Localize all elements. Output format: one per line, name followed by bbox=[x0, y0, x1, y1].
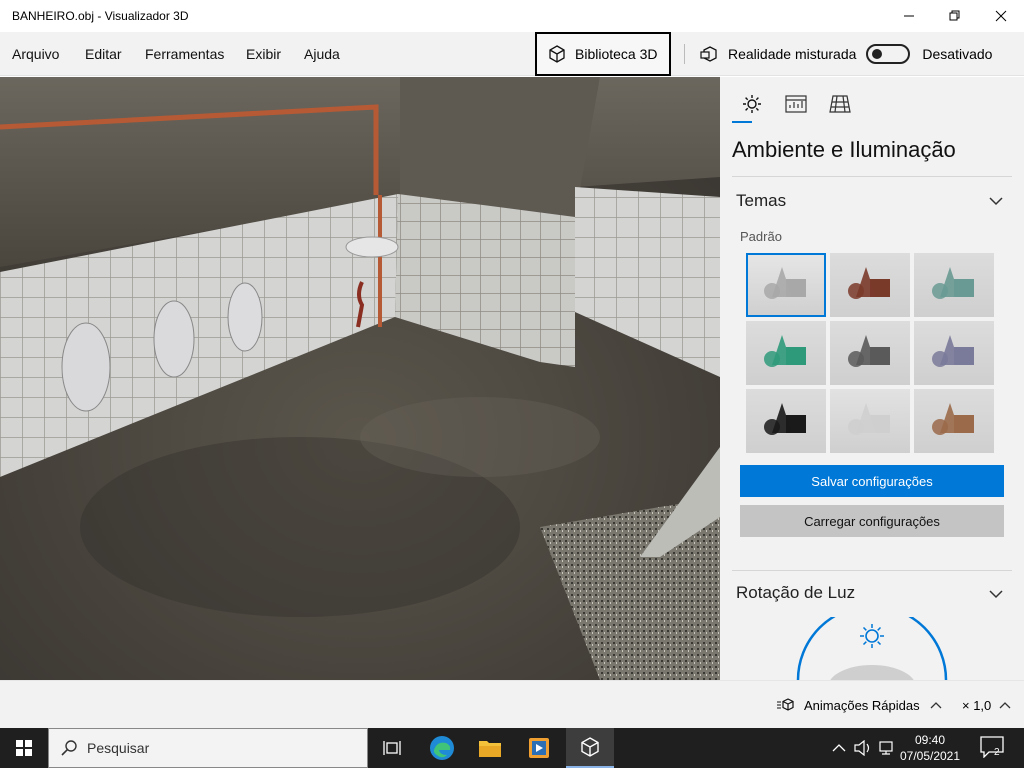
animation-cube-icon bbox=[777, 698, 794, 711]
task-view-button[interactable] bbox=[368, 728, 416, 768]
theme-grid bbox=[746, 253, 998, 453]
window-title: BANHEIRO.obj - Visualizador 3D bbox=[12, 9, 189, 23]
title-bar: BANHEIRO.obj - Visualizador 3D bbox=[0, 0, 1024, 32]
theme-tile[interactable] bbox=[830, 389, 910, 453]
menu-exibir[interactable]: Exibir bbox=[246, 32, 281, 76]
menu-ferramentas[interactable]: Ferramentas bbox=[145, 32, 224, 76]
theme-preview-shapes bbox=[848, 267, 890, 299]
taskbar-search-box[interactable]: Pesquisar bbox=[48, 728, 368, 768]
volume-icon[interactable] bbox=[854, 740, 872, 756]
save-settings-button[interactable]: Salvar configurações bbox=[740, 465, 1004, 497]
menu-ajuda[interactable]: Ajuda bbox=[304, 32, 340, 76]
theme-tile[interactable] bbox=[914, 389, 994, 453]
system-tray bbox=[832, 728, 896, 768]
theme-preview-shapes bbox=[932, 335, 974, 367]
network-icon[interactable] bbox=[878, 740, 896, 756]
stats-icon bbox=[785, 95, 807, 113]
theme-preview-shapes bbox=[764, 267, 806, 299]
sun-icon bbox=[743, 95, 761, 113]
chevron-up-icon bbox=[930, 702, 942, 709]
taskbar-file-explorer[interactable] bbox=[466, 728, 514, 768]
mixed-reality-state: Desativado bbox=[922, 46, 993, 62]
chevron-down-icon[interactable] bbox=[988, 588, 1004, 600]
mixed-reality-label: Realidade misturada bbox=[728, 46, 857, 62]
light-rotation-header[interactable]: Rotação de Luz bbox=[736, 583, 855, 603]
status-bar: Animações Rápidas × 1,0 bbox=[0, 680, 1024, 728]
environment-panel: Ambiente e Iluminação Temas Padrão Salva… bbox=[720, 77, 1024, 680]
start-button[interactable] bbox=[0, 728, 48, 768]
panel-title: Ambiente e Iluminação bbox=[732, 137, 956, 162]
theme-preview-shapes bbox=[764, 335, 806, 367]
restore-icon bbox=[949, 10, 960, 21]
theme-preview-shapes bbox=[932, 267, 974, 299]
tab-lighting[interactable] bbox=[730, 87, 774, 123]
themes-sublabel: Padrão bbox=[740, 229, 782, 244]
theme-tile[interactable] bbox=[830, 253, 910, 317]
theme-preview-shapes bbox=[764, 403, 806, 435]
taskbar-clock[interactable]: 09:40 07/05/2021 bbox=[896, 732, 964, 764]
restore-button[interactable] bbox=[932, 0, 978, 32]
toggle-knob bbox=[872, 49, 883, 59]
close-icon bbox=[995, 10, 1007, 22]
theme-preview-shapes bbox=[932, 403, 974, 435]
taskbar: Pesquisar 09:40 07/05/2021 2 bbox=[0, 728, 1024, 768]
load-settings-button[interactable]: Carregar configurações bbox=[740, 505, 1004, 537]
chevron-down-icon[interactable] bbox=[988, 195, 1004, 207]
minimize-button[interactable] bbox=[886, 0, 932, 32]
animations-label: Animações Rápidas bbox=[804, 697, 920, 713]
menu-editar[interactable]: Editar bbox=[85, 32, 122, 76]
edge-browser-icon bbox=[430, 736, 454, 760]
panel-tabs bbox=[730, 87, 862, 123]
notification-count: 2 bbox=[994, 747, 1000, 758]
animations-dropdown[interactable]: Animações Rápidas bbox=[776, 681, 942, 729]
taskbar-edge[interactable] bbox=[418, 728, 466, 768]
show-hidden-icons-chevron-up-icon[interactable] bbox=[832, 743, 846, 753]
library-3d-label: Biblioteca 3D bbox=[575, 46, 658, 62]
search-icon bbox=[61, 740, 77, 756]
menu-bar: Arquivo Editar Ferramentas Exibir Ajuda … bbox=[0, 32, 1024, 76]
mixed-reality-icon bbox=[700, 46, 717, 62]
panel-divider bbox=[732, 176, 1012, 177]
3d-viewport[interactable] bbox=[0, 77, 720, 680]
themes-header[interactable]: Temas bbox=[736, 191, 786, 211]
speed-label: × 1,0 bbox=[962, 697, 992, 713]
tab-grid[interactable] bbox=[818, 87, 862, 121]
clock-time: 09:40 bbox=[914, 733, 946, 747]
theme-preview-shapes bbox=[848, 403, 890, 435]
windows-logo-icon bbox=[16, 740, 32, 756]
media-player-icon bbox=[529, 738, 549, 758]
minimize-icon bbox=[904, 15, 914, 17]
clock-date: 07/05/2021 bbox=[899, 749, 961, 763]
theme-preview-shapes bbox=[848, 335, 890, 367]
cube-icon bbox=[549, 45, 565, 63]
3d-viewer-icon bbox=[581, 737, 599, 757]
panel-divider bbox=[732, 570, 1012, 571]
notification-icon[interactable] bbox=[980, 736, 1004, 758]
window-controls bbox=[886, 0, 1024, 32]
mixed-reality-control: Realidade misturada Desativado bbox=[700, 32, 992, 76]
search-placeholder: Pesquisar bbox=[87, 740, 150, 756]
taskbar-3d-viewer[interactable] bbox=[566, 728, 614, 768]
theme-tile[interactable] bbox=[746, 253, 826, 317]
bathroom-scene bbox=[0, 77, 720, 680]
theme-tile[interactable] bbox=[914, 321, 994, 385]
menu-separator bbox=[684, 44, 685, 64]
taskbar-media-app[interactable] bbox=[515, 728, 563, 768]
mixed-reality-toggle[interactable] bbox=[866, 44, 911, 64]
speed-selector[interactable]: × 1,0 bbox=[962, 681, 1011, 729]
chevron-up-icon bbox=[999, 702, 1011, 709]
library-3d-button[interactable]: Biblioteca 3D bbox=[535, 32, 671, 76]
close-button[interactable] bbox=[978, 0, 1024, 32]
theme-tile[interactable] bbox=[914, 253, 994, 317]
menu-arquivo[interactable]: Arquivo bbox=[12, 32, 59, 76]
theme-tile[interactable] bbox=[746, 389, 826, 453]
theme-tile[interactable] bbox=[746, 321, 826, 385]
theme-tile[interactable] bbox=[830, 321, 910, 385]
grid-icon bbox=[829, 95, 851, 113]
task-view-icon bbox=[383, 741, 401, 755]
folder-icon bbox=[479, 741, 501, 757]
tab-stats[interactable] bbox=[774, 87, 818, 121]
light-rotation-dial[interactable] bbox=[780, 617, 964, 680]
